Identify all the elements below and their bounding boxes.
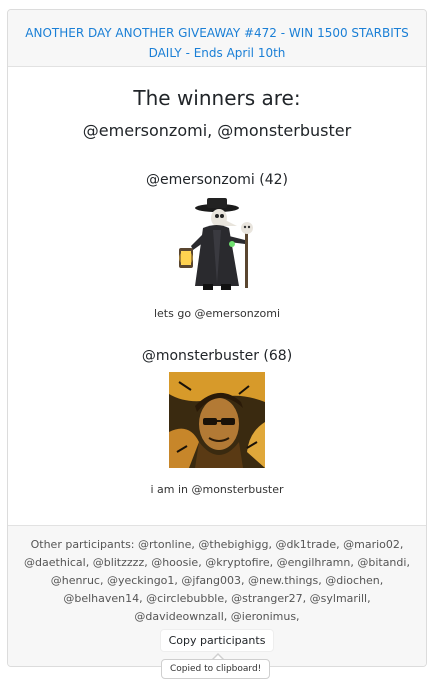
- winner-name: @monsterbuster (68): [141, 348, 293, 364]
- card-header: ANOTHER DAY ANOTHER GIVEAWAY #472 - WIN …: [8, 10, 426, 67]
- giveaway-card: ANOTHER DAY ANOTHER GIVEAWAY #472 - WIN …: [7, 9, 427, 667]
- giveaway-title-link[interactable]: ANOTHER DAY ANOTHER GIVEAWAY #472 - WIN …: [25, 26, 408, 60]
- winner-comment: lets go @emersonzomi: [153, 307, 281, 320]
- card-footer: Other participants: @rtonline, @thebighi…: [8, 525, 426, 666]
- winner-comment: i am in @monsterbuster: [150, 483, 284, 496]
- winners-heading: The winners are:: [133, 86, 301, 110]
- winner-entry: @monsterbuster (68) i am in @monsterbust…: [8, 346, 426, 498]
- winner-entry: @emersonzomi (42) lets go @emersonzomi: [8, 170, 426, 322]
- copy-participants-button[interactable]: Copy participants: [159, 629, 275, 652]
- copied-tooltip: Copied to clipboard!: [161, 659, 271, 679]
- winner-avatar-plague-doctor: [179, 198, 253, 290]
- card-body: The winners are: @emersonzomi, @monsterb…: [8, 85, 426, 498]
- winner-avatar-portrait: [169, 372, 265, 468]
- winner-name: @emersonzomi (42): [146, 172, 288, 188]
- winners-names: @emersonzomi, @monsterbuster: [82, 121, 352, 140]
- other-participants: Other participants: @rtonline, @thebighi…: [24, 538, 410, 623]
